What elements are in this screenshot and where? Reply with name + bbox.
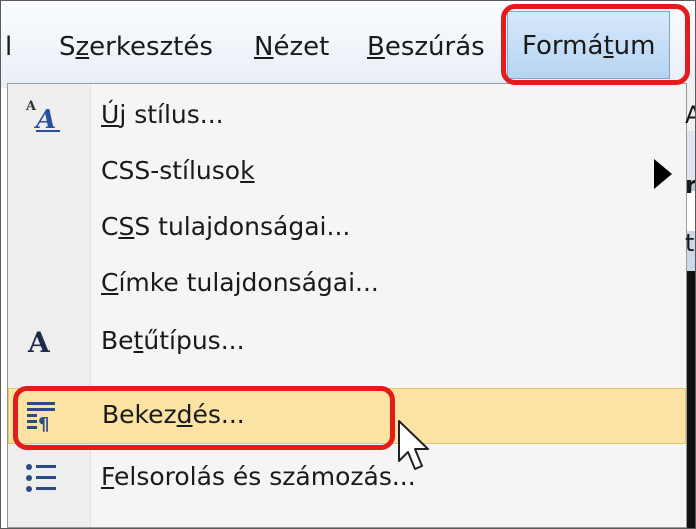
background-char-3: ta [685, 229, 695, 257]
background-char-1: A [685, 101, 695, 129]
menu-item-css-properties[interactable]: CSS tulajdonságai... [8, 200, 686, 256]
menu-item-css-styles[interactable]: CSS-stílusok [8, 144, 686, 200]
font-icon: A [22, 322, 70, 362]
menu-file-partial[interactable]: l [5, 29, 12, 65]
bullets-numbering-icon [22, 458, 70, 498]
new-style-icon: A A [22, 96, 70, 136]
menu-item-new-style[interactable]: A A Új stílus... [8, 88, 686, 144]
menu-szerkesztes[interactable]: Szerkesztés [59, 29, 213, 65]
submenu-arrow-icon [654, 159, 672, 189]
menu-beszuras[interactable]: Beszúrás [367, 29, 485, 65]
formatum-highlight-box [501, 4, 690, 85]
mouse-pointer-icon [398, 420, 429, 470]
svg-text:A: A [27, 326, 51, 359]
format-dropdown-menu: A A Új stílus... CSS-stílusok CSS tulajd… [7, 83, 687, 528]
bekezdes-highlight-box [13, 386, 395, 450]
background-window-strip [687, 83, 695, 528]
menu-item-tag-properties[interactable]: Címke tulajdonságai... [8, 256, 686, 312]
background-char-2: r [685, 171, 696, 199]
menu-item-bullets-numbering[interactable]: Felsorolás és számozás... [8, 450, 686, 506]
menu-item-font[interactable]: A Betűtípus... [8, 314, 686, 370]
screenshot-frame: l Szerkesztés Nézet Beszúrás Formátum A … [0, 0, 696, 529]
menu-nezet[interactable]: Nézet [254, 29, 329, 65]
